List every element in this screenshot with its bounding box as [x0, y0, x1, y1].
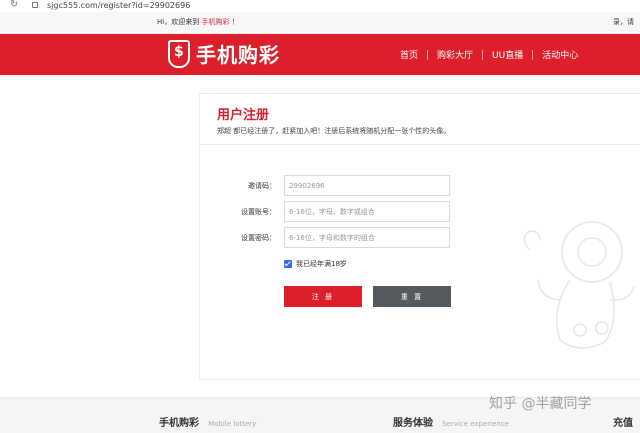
site-logo[interactable]: 手机购彩	[168, 39, 280, 68]
welcome-prefix: Hi，欢迎来到	[157, 18, 200, 26]
footer-item-title: 充值	[613, 418, 633, 429]
invite-code-input[interactable]	[284, 175, 450, 196]
age-check-row[interactable]: 我已经年满18岁	[284, 259, 347, 269]
footer-item-subtitle: Service experience	[442, 420, 509, 428]
top-welcome-strip: Hi，欢迎来到 手机购彩 ！ 录，请	[0, 12, 640, 34]
nav-separator	[532, 49, 534, 60]
logo-text: 手机购彩	[196, 43, 280, 67]
password-label: 设置密码：	[241, 234, 276, 242]
watermark: 知乎 @半藏同学	[489, 396, 592, 412]
password-input[interactable]	[284, 227, 450, 248]
nav-separator	[427, 49, 429, 60]
reset-button[interactable]: 重 置	[373, 286, 451, 307]
lock-icon	[32, 2, 38, 8]
shield-dollar-icon	[168, 39, 190, 68]
page-subtitle: 郑超 都已经注册了，赶紧加入吧！注册后系统将随机分配一张个性的头像。	[217, 127, 451, 135]
age-checkbox[interactable]	[284, 260, 292, 268]
account-input[interactable]	[284, 201, 450, 222]
mascot-illustration	[523, 221, 635, 349]
invite-code-label: 邀请码：	[248, 182, 276, 190]
welcome-text: Hi，欢迎来到 手机购彩 ！	[157, 17, 239, 27]
nav-item-activity-center[interactable]: 活动中心	[542, 48, 578, 61]
nav-separator	[482, 49, 484, 60]
footer-item-title: 服务体验	[393, 418, 433, 429]
url-text[interactable]: sjgc555.com/register?id=29902696	[47, 0, 190, 11]
nav-item-home[interactable]: 首页	[400, 48, 418, 61]
page-title: 用户注册	[217, 108, 270, 123]
welcome-brand-link[interactable]: 手机购彩	[201, 18, 229, 26]
login-hint[interactable]: 录，请	[613, 17, 634, 27]
footer-item-mobile-lottery: 手机购彩 Mobile lottery	[159, 411, 256, 430]
reload-icon[interactable]: ↻	[10, 0, 18, 11]
account-label: 设置账号：	[241, 208, 276, 216]
footer-item-service: 服务体验 Service experience	[393, 411, 509, 430]
divider	[200, 144, 640, 145]
site-header: 手机购彩 首页 购彩大厅 UU直播 活动中心	[0, 34, 640, 75]
browser-address-bar: ↻ sjgc555.com/register?id=29902696	[0, 0, 640, 12]
footer-item-recharge: 充值	[613, 411, 633, 430]
nav-item-uu-live[interactable]: UU直播	[492, 48, 523, 61]
nav-item-lottery-hall[interactable]: 购彩大厅	[437, 48, 473, 61]
footer-item-subtitle: Mobile lottery	[208, 420, 257, 428]
age-check-label[interactable]: 我已经年满18岁	[296, 259, 347, 269]
footer-item-title: 手机购彩	[159, 418, 199, 429]
register-button[interactable]: 注 册	[284, 286, 362, 307]
welcome-suffix: ！	[231, 18, 239, 26]
main-nav: 首页 购彩大厅 UU直播 活动中心	[400, 48, 578, 61]
